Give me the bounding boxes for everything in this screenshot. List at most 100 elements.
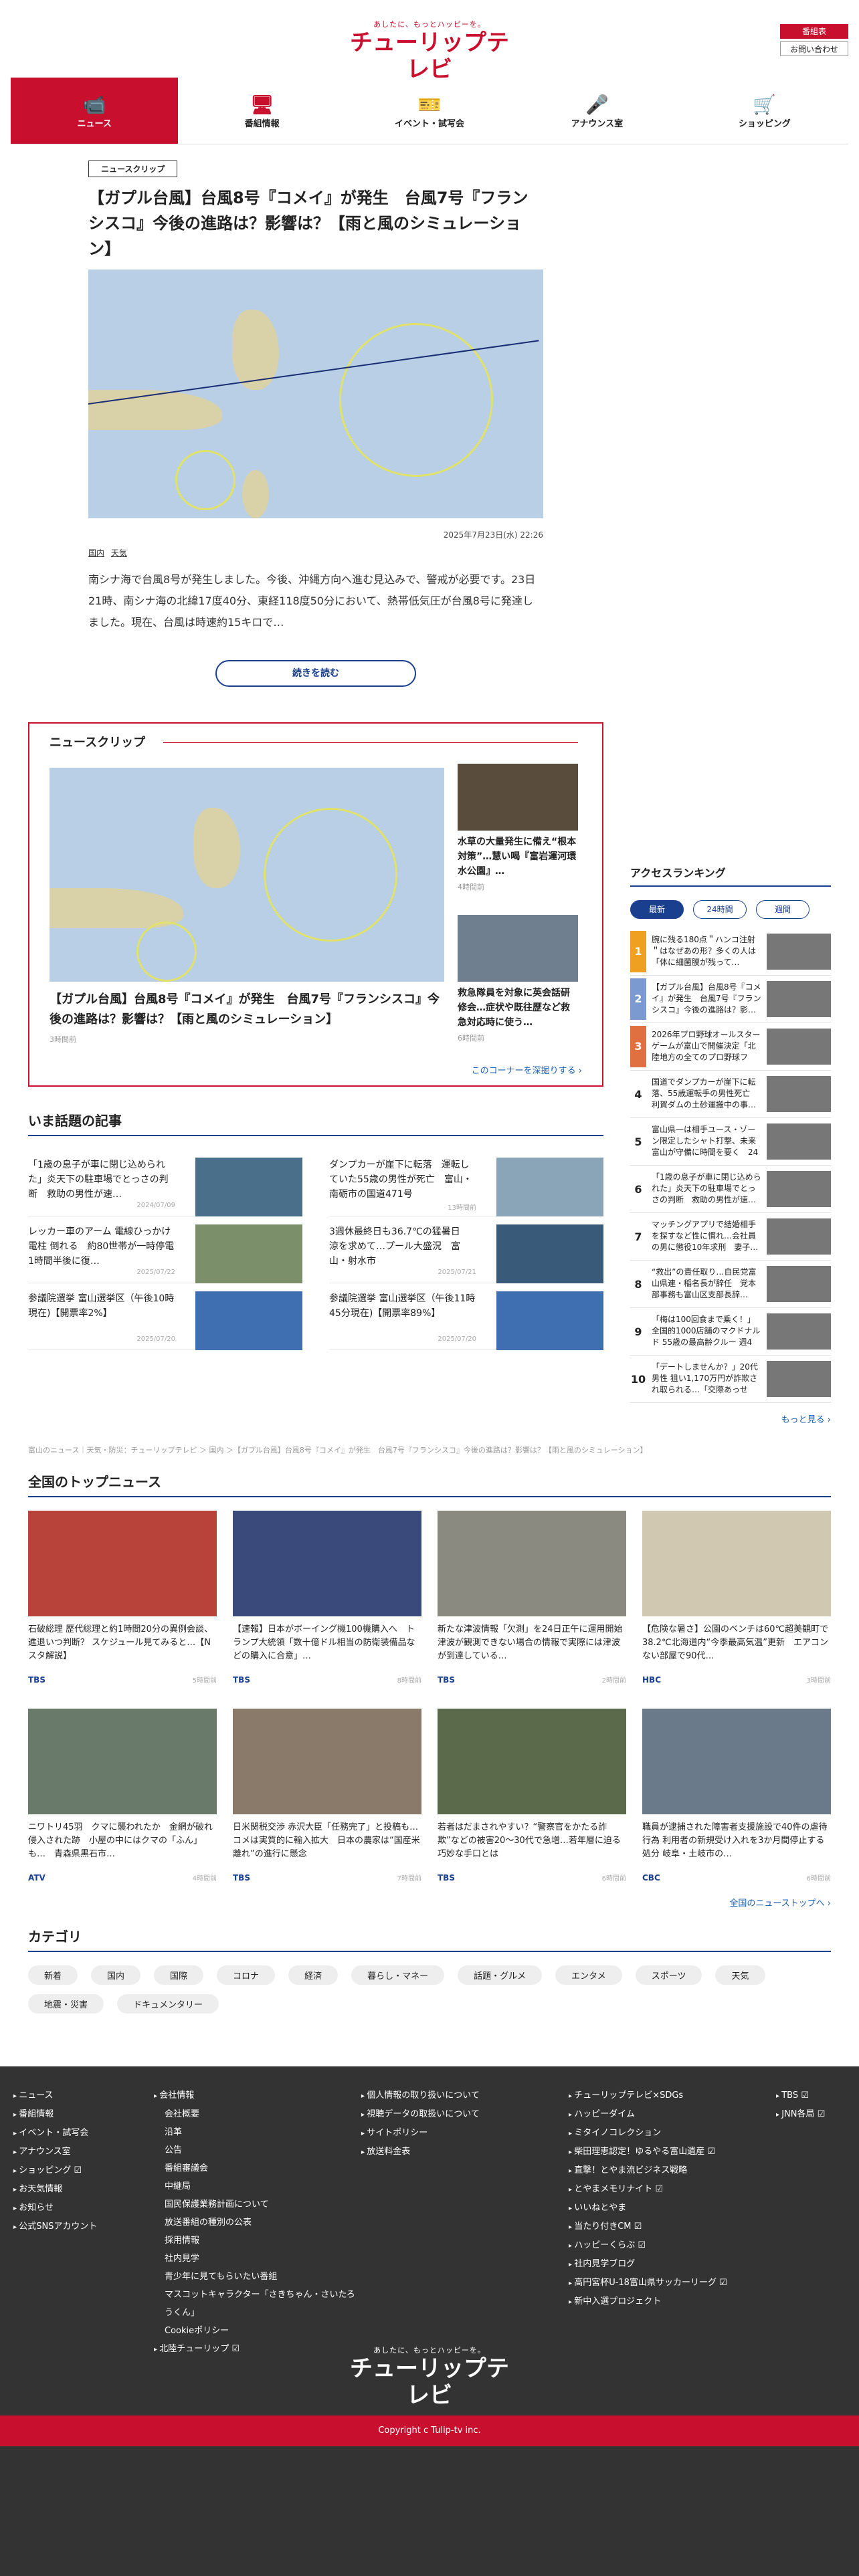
category-pill[interactable]: スポーツ [635, 1965, 702, 1985]
ranking-item[interactable]: 10 「デートしませんか？」20代男性 狙い1,170万円が詐欺され取られる…「交… [630, 1356, 831, 1403]
footer-link[interactable]: ハッピーダイム [569, 2105, 776, 2124]
hot-topic-item[interactable]: レッカー車のアーム 電線ひっかけ電柱 倒れる 約80世帯が一時停電 1時間半後に… [28, 1216, 302, 1283]
topnews-item[interactable]: 【危険な暑さ】公園のベンチは60℃超美観町で38.2℃北海道内“今季最高気温”更… [642, 1511, 831, 1691]
tab-latest[interactable]: 最新 [630, 900, 684, 919]
footer-link[interactable]: 視聴データの取扱いについて [361, 2105, 569, 2124]
clip-side-item[interactable]: 救急隊員を対象に英会話研修会…症状や既往歴など救急対応時に使う… 6時間前 [458, 915, 578, 1043]
gnav-announcers[interactable]: 🎤 アナウンス室 [513, 78, 680, 144]
footer-link[interactable]: マスコットキャラクター「さきちゃん・さいたろうくん」 [154, 2286, 361, 2322]
topnews-item[interactable]: 若者はだまされやすい？“警察官をかたる詐欺”などの被害20〜30代で急増…若年層… [438, 1709, 626, 1889]
hot-topic-item[interactable]: 参議院選挙 富山選挙区（午後10時現在)【開票率2%】 2025/07/20 [28, 1283, 302, 1350]
footer-link[interactable]: 柴田理恵認定！ゆるやる富山遺産 ☑ [569, 2143, 776, 2161]
gnav-programs[interactable]: 🖥 番組情報 [178, 78, 345, 144]
tab-24h[interactable]: 24時間 [693, 900, 747, 919]
clip-main-image[interactable] [50, 768, 444, 982]
category-pill[interactable]: ドキュメンタリー [117, 1994, 219, 2014]
footer-link[interactable]: 個人情報の取り扱いについて [361, 2086, 569, 2105]
topnews-item[interactable]: 【速報】日本がボーイング機100機購入へ トランプ大統領「数十億ドル相当の防衛装… [233, 1511, 421, 1691]
ranking-item[interactable]: 1 腕に残る180点＂ハンコ注射＂はなぜあの形？多くの人は「体に細菌膜が残って… [630, 928, 831, 976]
hot-topic-item[interactable]: ダンプカーが崖下に転落 運転していた55歳の男性が死亡 富山・南砺市の国道471… [329, 1150, 603, 1216]
ranking-item[interactable]: 5 富山県一は相手ユース・ゾーン限定したシャト打撃、未来富山が守備に時間を要く 2… [630, 1118, 831, 1166]
footer-link[interactable]: アナウンス室 [13, 2143, 154, 2161]
read-more-button[interactable]: 続きを読む [215, 660, 416, 687]
category-pill[interactable]: 国内 [91, 1965, 141, 1985]
ranking-item[interactable]: 3 2026年プロ野球オールスターゲームが富山で開催決定「北陸地方の全てのプロ野球… [630, 1023, 831, 1071]
footer-link[interactable]: サイトポリシー [361, 2124, 569, 2143]
footer-link[interactable]: TBS ☑ [776, 2086, 843, 2105]
footer-link[interactable]: いいねとやま [569, 2199, 776, 2218]
footer-link[interactable]: 当たり付きCM ☑ [569, 2218, 776, 2236]
topnews-item[interactable]: 石破総理 歴代総理と約1時間20分の異例会談、進退いつ判断？ スケジュール見てみ… [28, 1511, 217, 1691]
footer-link[interactable]: 新中入選プロジェクト [569, 2292, 776, 2311]
footer-link[interactable]: 高円宮杯U-18富山県サッカーリーグ ☑ [569, 2274, 776, 2292]
footer-link[interactable]: 直撃！とやま流ビジネス戦略 [569, 2161, 776, 2180]
topnews-item[interactable]: ニワトリ45羽 クマに襲われたか 金網が破れ侵入された跡 小屋の中にはクマの「ふ… [28, 1709, 217, 1889]
footer-link[interactable]: イベント・試写会 [13, 2124, 154, 2143]
footer-link[interactable]: 番組審議会 [154, 2159, 361, 2177]
ranking-item[interactable]: 7 マッチングアプリで結婚相手を探すなど性に慣れ…会社員の男に懲役10年求刑 妻子… [630, 1213, 831, 1261]
footer-link[interactable]: チューリップテレビ×SDGs [569, 2086, 776, 2105]
topnews-item[interactable]: 職員が逮捕された障害者支援施設で40件の虐待行為 利用者の新規受け入れを3か月間… [642, 1709, 831, 1889]
category-pill[interactable]: 天気 [715, 1965, 765, 1985]
hot-topic-item[interactable]: 3週休最終日も36.7℃の猛暑日 涼を求めて…プール大盛況 富山・射水市 2025… [329, 1216, 603, 1283]
topnews-more-link[interactable]: 全国のニューストップへ › [28, 1896, 831, 1909]
ranking-item[interactable]: 6 「1歳の息子が車に閉じ込められた」炎天下の駐車場でとっさの判断 救助の男性が速… [630, 1166, 831, 1213]
ranking-item[interactable]: 8 “救出”の責任取り…自民党富山県連・稲名長が辞任 党本部事務も富山区支部長辞… [630, 1261, 831, 1308]
category-pill[interactable]: 国際 [154, 1965, 204, 1985]
topnews-item[interactable]: 新たな津波情報「欠測」を24日正午に運用開始 津波が観測できない場合の情報で実際… [438, 1511, 626, 1691]
clip-main-title[interactable]: 【ガプル台風】台風8号『コメイ』が発生 台風7号『フランシスコ』今後の進路は？影… [50, 990, 444, 1030]
category-pill[interactable]: 新着 [28, 1965, 78, 1985]
category-pill[interactable]: 話題・グルメ [458, 1965, 543, 1985]
footer-link[interactable]: 放送番組の種別の公表 [154, 2214, 361, 2232]
footer-link[interactable]: 会社概要 [154, 2105, 361, 2123]
footer-link[interactable]: お知らせ [13, 2199, 154, 2218]
clip-more-link[interactable]: このコーナーを深掘りする › [472, 1063, 582, 1076]
clip-side-item[interactable]: 水草の大量発生に備え“根本対策”…慧い喝『富岩運河環水公園』… 4時間前 [458, 764, 578, 892]
footer-link[interactable]: 沿革 [154, 2123, 361, 2141]
breadcrumb[interactable]: 富山のニュース｜天気・防災：チューリップテレビ ＞ 国内 ＞【ガプル台風】台風8… [28, 1444, 831, 1455]
rank-title: 【ガプル台風】台風8号『コメイ』が発生 台風7号『フランシスコ』今後の進路は？影… [652, 982, 761, 1014]
footer-link[interactable]: 採用情報 [154, 2232, 361, 2250]
footer-link[interactable]: ショッピング ☑ [13, 2161, 154, 2180]
category-pill[interactable]: 地震・災害 [28, 1994, 104, 2014]
category-pill[interactable]: コロナ [217, 1965, 276, 1985]
footer-link[interactable]: 中継局 [154, 2177, 361, 2195]
schedule-link[interactable]: 番組表 [780, 24, 848, 39]
footer-link[interactable]: ハッピーくらぶ ☑ [569, 2236, 776, 2255]
footer-link[interactable]: 放送料金表 [361, 2143, 569, 2161]
footer-link[interactable]: お天気情報 [13, 2180, 154, 2199]
topnews-item[interactable]: 日米関税交渉 赤沢大臣「任務完了」と投稿も…コメは実質的に輸入拡大 日本の農家は… [233, 1709, 421, 1889]
footer-link[interactable]: JNN各局 ☑ [776, 2105, 843, 2124]
category-pill[interactable]: 経済 [288, 1965, 339, 1985]
footer-link[interactable]: とやまメモリナイト ☑ [569, 2180, 776, 2199]
footer-logo[interactable]: あしたに、もっとハッピーを。 チューリップテレビ [343, 2345, 516, 2409]
category-link[interactable]: 天気 [111, 548, 127, 558]
footer-link[interactable]: 北陸チューリップ ☑ [154, 2340, 361, 2359]
footer-link[interactable]: 公告 [154, 2141, 361, 2159]
footer-link[interactable]: 会社情報 [154, 2086, 361, 2105]
category-pill[interactable]: エンタメ [555, 1965, 622, 1985]
gnav-news[interactable]: 📹 ニュース [11, 78, 179, 144]
ranking-more-link[interactable]: もっと見る › [630, 1412, 831, 1425]
footer-link[interactable]: 青少年に見てもらいたい番組 [154, 2268, 361, 2286]
footer-link[interactable]: ミタイノコレクション [569, 2124, 776, 2143]
category-link[interactable]: 国内 [88, 548, 104, 558]
footer-link[interactable]: 社内見学 [154, 2250, 361, 2268]
ranking-item[interactable]: 2 【ガプル台風】台風8号『コメイ』が発生 台風7号『フランシスコ』今後の進路は？… [630, 976, 831, 1023]
footer-link[interactable]: ニュース [13, 2086, 154, 2105]
footer-link[interactable]: Cookieポリシー [154, 2322, 361, 2340]
site-logo[interactable]: あしたに、もっとハッピーを。 チューリップテレビ [343, 19, 516, 83]
tab-weekly[interactable]: 週間 [756, 900, 809, 919]
footer-link[interactable]: 社内見学ブログ [569, 2255, 776, 2274]
footer-link[interactable]: 番組情報 [13, 2105, 154, 2124]
hot-topic-item[interactable]: 「1歳の息子が車に閉じ込められた」炎天下の駐車場でとっさの判断 救助の男性が速…… [28, 1150, 302, 1216]
hot-topic-item[interactable]: 参議院選挙 富山選挙区（午後11時45分現在)【開票率89%】 2025/07/2… [329, 1283, 603, 1350]
ranking-item[interactable]: 4 国道でダンプカーが崖下に転落、55歳運転手の男性死亡 利賀ダムの土砂運搬中の事… [630, 1071, 831, 1118]
footer-link[interactable]: 公式SNSアカウント [13, 2218, 154, 2236]
category-pill[interactable]: 暮らし・マネー [351, 1965, 445, 1985]
ranking-item[interactable]: 9 「梅は100回食まで乗く！」全国的1000店舗のマクドナルド 55歳の最高齢ク… [630, 1308, 831, 1356]
contact-link[interactable]: お問い合わせ [780, 41, 848, 56]
gnav-shopping[interactable]: 🛒 ショッピング [681, 78, 848, 144]
footer-link[interactable]: 国民保護業務計画について [154, 2195, 361, 2214]
gnav-events[interactable]: 🎫 イベント・試写会 [346, 78, 513, 144]
